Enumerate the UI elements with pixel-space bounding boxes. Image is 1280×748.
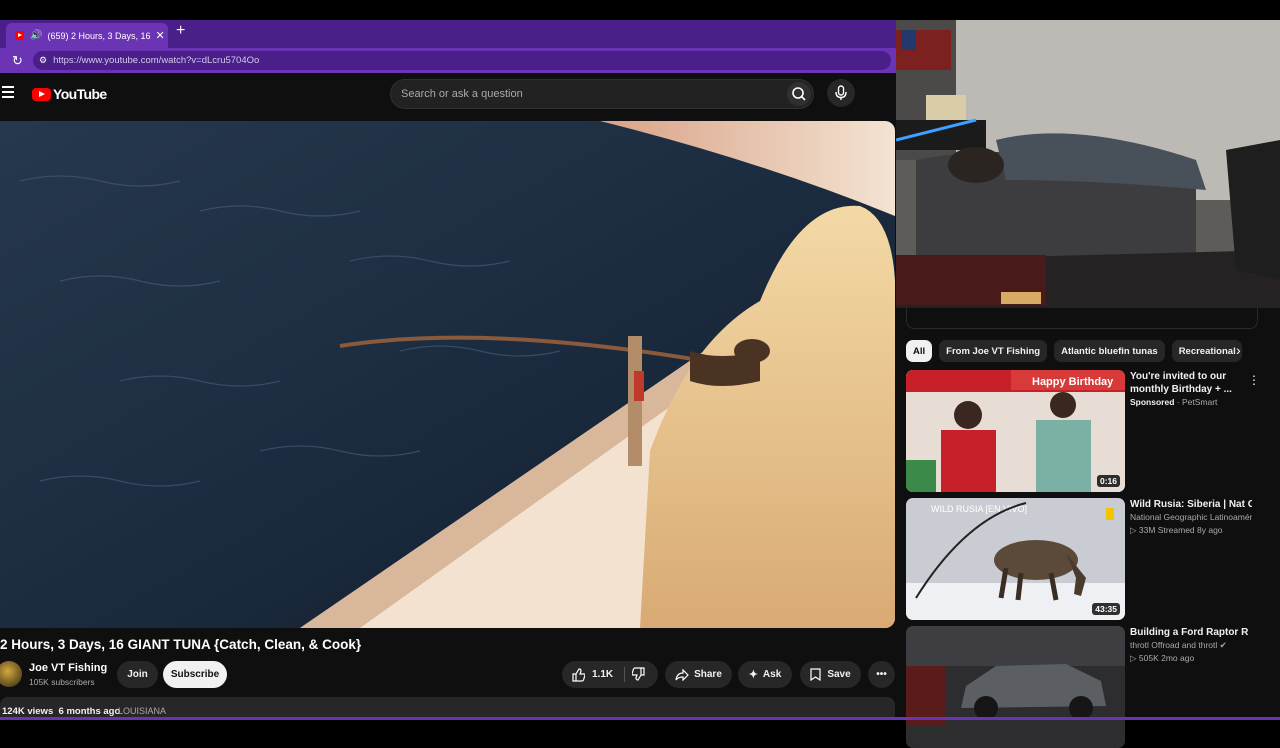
webcam-image bbox=[896, 20, 1280, 308]
recommendation-channel[interactable]: throtl Offroad and throtl ✔ bbox=[1130, 639, 1252, 652]
speaker-icon[interactable]: 🔊 bbox=[30, 30, 42, 41]
recommendation-title: Wild Rusia: Siberia | Nat Geo bbox=[1130, 499, 1252, 510]
join-button[interactable]: Join bbox=[117, 661, 158, 688]
reload-icon[interactable]: ↻ bbox=[12, 53, 23, 69]
tab-close-icon[interactable]: ✕ bbox=[155, 29, 164, 42]
youtube-logo[interactable]: YouTube bbox=[32, 86, 107, 102]
recommendation-meta: ▷ 33M Streamed 8y ago bbox=[1130, 525, 1223, 535]
thumbnail-wild-rusia-text: WILD RUSIA [EN VIVO] bbox=[931, 504, 1027, 514]
chip-recreational[interactable]: Recreational bbox=[1171, 340, 1242, 362]
search-input[interactable]: Search or ask a question bbox=[390, 79, 814, 109]
ask-label: Ask bbox=[762, 669, 782, 680]
thumbs-down-icon bbox=[631, 667, 645, 681]
recommendation-item[interactable]: Happy Birthday 0:16 You're invited to ou… bbox=[906, 370, 1261, 492]
like-count: 1.1K bbox=[592, 669, 614, 680]
chevron-right-icon[interactable]: › bbox=[1236, 342, 1241, 358]
video-duration: 0:16 bbox=[1096, 475, 1120, 487]
youtube-page: YouTube Search or ask a question 2 Hours… bbox=[0, 73, 896, 720]
youtube-logo-text: YouTube bbox=[53, 86, 107, 102]
save-button[interactable]: Save bbox=[800, 661, 861, 688]
video-title: 2 Hours, 3 Days, 16 GIANT TUNA {Catch, C… bbox=[0, 637, 362, 652]
more-vertical-icon[interactable]: ⋮ bbox=[1248, 373, 1260, 387]
subscribe-button[interactable]: Subscribe bbox=[163, 661, 227, 688]
video-thumbnail[interactable]: Happy Birthday 0:16 bbox=[906, 370, 1125, 492]
dislike-button[interactable] bbox=[631, 667, 646, 684]
recommendation-item[interactable]: Building a Ford Raptor R throtl Offroad … bbox=[906, 626, 1261, 748]
video-duration: 43:35 bbox=[1092, 603, 1120, 615]
channel-name[interactable]: Joe VT Fishing bbox=[29, 662, 107, 674]
share-button[interactable]: Share bbox=[665, 661, 732, 688]
browser-tab-bar: 🔊 (659) 2 Hours, 3 Days, 16 GIAN ✕ + bbox=[0, 20, 896, 48]
recommendation-title: You're invited to our monthly Birthday +… bbox=[1130, 371, 1232, 395]
tab-title: (659) 2 Hours, 3 Days, 16 GIAN bbox=[47, 30, 151, 41]
search-icon bbox=[792, 87, 806, 101]
chip-all[interactable]: All bbox=[906, 340, 933, 362]
video-thumbnail[interactable]: WILD RUSIA [EN VIVO] 43:35 bbox=[906, 498, 1125, 620]
share-label: Share bbox=[694, 669, 722, 680]
bookmark-icon bbox=[810, 668, 821, 681]
search-placeholder: Search or ask a question bbox=[401, 88, 523, 100]
thumbnail-image: Happy Birthday bbox=[906, 370, 1125, 492]
browser-tab[interactable]: 🔊 (659) 2 Hours, 3 Days, 16 GIAN ✕ bbox=[6, 23, 168, 48]
video-thumbnail[interactable] bbox=[906, 626, 1125, 748]
thumbnail-image bbox=[906, 626, 1125, 748]
like-dislike-group: 1.1K bbox=[562, 661, 658, 688]
subscriber-count: 105K subscribers bbox=[29, 677, 95, 687]
like-button[interactable]: 1.1K bbox=[571, 667, 614, 682]
save-label: Save bbox=[827, 669, 851, 680]
video-player[interactable] bbox=[0, 121, 895, 628]
search-button[interactable] bbox=[787, 82, 811, 106]
location-tag[interactable]: LOUISIANA bbox=[118, 706, 166, 716]
thumbnail-birthday-text: Happy Birthday bbox=[1032, 376, 1114, 388]
url-text: https://www.youtube.com/watch?v=dLcru570… bbox=[53, 55, 260, 66]
sparkle-icon: ✦ bbox=[748, 669, 758, 681]
channel-avatar[interactable] bbox=[0, 661, 22, 687]
like-divider bbox=[624, 667, 625, 682]
panel-top-edge bbox=[906, 308, 1258, 329]
recommendation-meta: ▷ 505K 2mo ago bbox=[1130, 653, 1195, 663]
site-info-icon[interactable]: ⚙ bbox=[39, 55, 47, 66]
top-black-bar bbox=[0, 0, 1280, 20]
recommendations-panel: All From Joe VT Fishing Atlantic bluefin… bbox=[896, 308, 1280, 748]
filter-chips: All From Joe VT Fishing Atlantic bluefin… bbox=[906, 340, 1249, 362]
webcam-overlay bbox=[896, 20, 1280, 308]
verified-icon: ✔ bbox=[1219, 640, 1227, 650]
menu-icon[interactable] bbox=[2, 86, 14, 101]
ask-button[interactable]: ✦ Ask bbox=[738, 661, 792, 688]
recommendation-channel[interactable]: National Geographic Latinoaméri bbox=[1130, 511, 1252, 524]
recommendation-info: Wild Rusia: Siberia | Nat Geo National G… bbox=[1130, 498, 1252, 537]
new-tab-button[interactable]: + bbox=[176, 22, 185, 40]
video-frame bbox=[0, 121, 895, 628]
thumbs-up-icon bbox=[572, 667, 585, 682]
share-icon bbox=[675, 668, 689, 681]
url-field[interactable]: ⚙ https://www.youtube.com/watch?v=dLcru5… bbox=[33, 51, 891, 70]
more-horizontal-icon: ••• bbox=[876, 669, 887, 680]
recommendation-info: Building a Ford Raptor R throtl Offroad … bbox=[1130, 626, 1252, 665]
sponsored-label: Sponsored · PetSmart bbox=[1130, 397, 1218, 407]
chip-atlantic-bluefin[interactable]: Atlantic bluefin tunas bbox=[1054, 340, 1165, 362]
recommendation-title: Building a Ford Raptor R bbox=[1130, 627, 1249, 638]
more-actions-button[interactable]: ••• bbox=[868, 661, 895, 688]
microphone-icon bbox=[835, 85, 847, 100]
chip-from-channel[interactable]: From Joe VT Fishing bbox=[939, 340, 1048, 362]
youtube-favicon-icon bbox=[15, 31, 24, 40]
youtube-play-icon bbox=[32, 87, 51, 101]
voice-search-button[interactable] bbox=[827, 79, 855, 107]
view-count: 124K views 6 months ago bbox=[2, 706, 121, 717]
browser-address-bar: ↻ ⚙ https://www.youtube.com/watch?v=dLcr… bbox=[0, 48, 896, 73]
recommendation-info: You're invited to our monthly Birthday +… bbox=[1130, 370, 1252, 409]
recommendation-item[interactable]: WILD RUSIA [EN VIVO] 43:35 Wild Rusia: S… bbox=[906, 498, 1261, 620]
thumbnail-image: WILD RUSIA [EN VIVO] bbox=[906, 498, 1125, 620]
